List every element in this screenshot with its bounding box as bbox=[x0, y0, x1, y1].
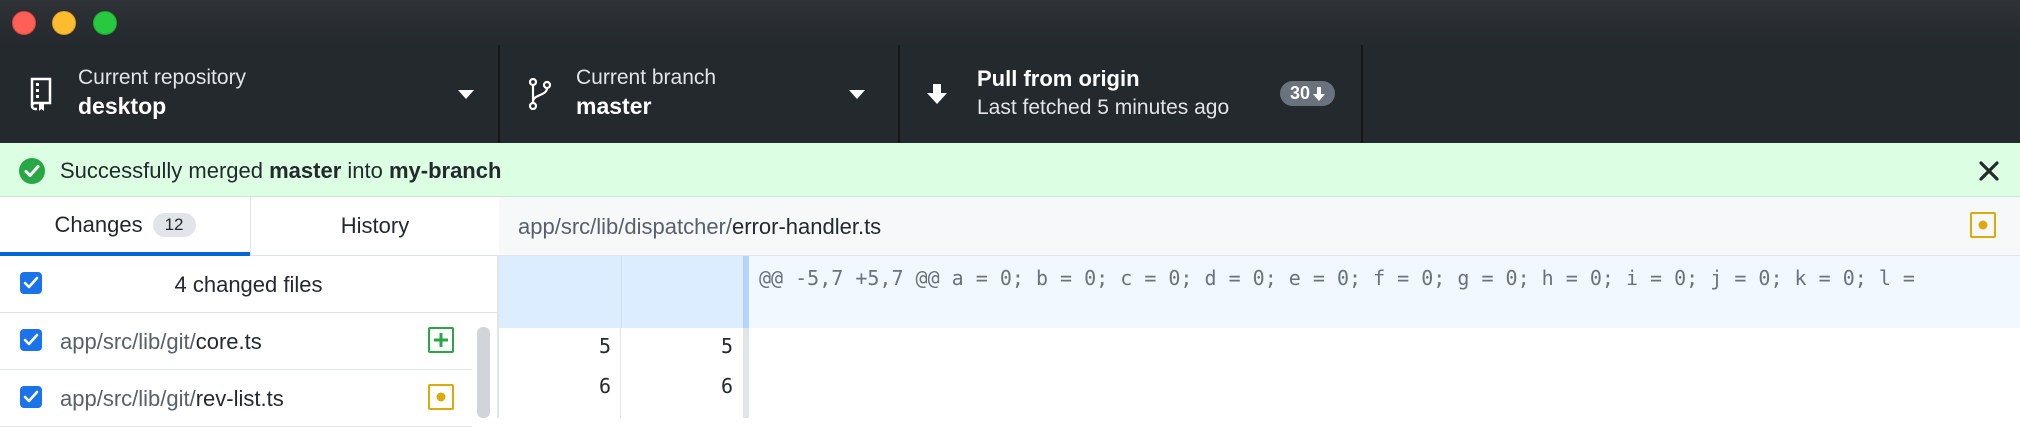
new-line-number[interactable]: 5 bbox=[633, 334, 733, 358]
diff-file-path: app/src/lib/dispatcher/error-handler.ts bbox=[518, 214, 881, 240]
file-modified-icon bbox=[1970, 212, 1996, 238]
file-path: app/src/lib/git/core.ts bbox=[60, 329, 262, 355]
branch-selector[interactable]: Current branch master bbox=[500, 45, 900, 143]
file-include-checkbox[interactable] bbox=[20, 386, 42, 408]
old-line-number[interactable]: 5 bbox=[511, 334, 611, 358]
hunk-gutter-divider bbox=[621, 256, 622, 328]
merge-success-banner: Successfully merged master into my-branc… bbox=[0, 143, 2020, 197]
repo-icon bbox=[30, 77, 52, 111]
tab-history-label: History bbox=[340, 213, 410, 238]
close-window-button[interactable] bbox=[12, 11, 36, 35]
file-name: core.ts bbox=[195, 329, 262, 354]
close-icon[interactable] bbox=[1979, 161, 1999, 181]
checkmark-icon bbox=[23, 390, 39, 403]
file-name: rev-list.ts bbox=[195, 386, 284, 411]
branch-name: master bbox=[576, 93, 652, 119]
banner-middle: into bbox=[341, 158, 389, 183]
checkmark-icon bbox=[23, 333, 39, 346]
repository-selector[interactable]: Current repository desktop bbox=[0, 45, 500, 143]
changed-files-header: 4 changed files bbox=[0, 256, 497, 313]
check-circle-icon bbox=[19, 158, 45, 184]
file-list-item[interactable]: app/src/lib/git/core.ts bbox=[0, 313, 472, 370]
diff-file-name: error-handler.ts bbox=[732, 214, 882, 239]
branch-label: Current branch bbox=[576, 66, 717, 89]
repository-label: Current repository bbox=[78, 66, 247, 89]
diff-view: @@ -5,7 +5,7 @@ a = 0; b = 0; c = 0; d =… bbox=[499, 256, 2020, 418]
changes-sidebar: Changes 12 History 4 changed files app/s… bbox=[0, 197, 499, 427]
new-line-number[interactable]: 6 bbox=[633, 374, 733, 398]
file-include-checkbox[interactable] bbox=[20, 329, 42, 351]
maximize-window-button[interactable] bbox=[93, 11, 117, 35]
file-added-icon bbox=[428, 327, 454, 353]
old-line-number[interactable]: 6 bbox=[511, 374, 611, 398]
diff-file-dir: app/src/lib/dispatcher/ bbox=[518, 214, 732, 239]
tab-changes[interactable]: Changes 12 bbox=[0, 197, 250, 256]
file-list-item[interactable]: app/src/lib/git/rev-list.ts bbox=[0, 370, 472, 427]
banner-source-branch: master bbox=[269, 158, 342, 183]
pull-count: 30 bbox=[1290, 83, 1311, 103]
pull-button[interactable]: Pull from origin Last fetched 5 minutes … bbox=[900, 45, 1363, 143]
file-path: app/src/lib/git/rev-list.ts bbox=[60, 386, 284, 412]
pull-subtitle: Last fetched 5 minutes ago bbox=[977, 96, 1230, 119]
banner-prefix: Successfully merged bbox=[60, 158, 270, 183]
git-branch-icon bbox=[528, 78, 552, 110]
file-modified-icon bbox=[428, 384, 454, 410]
chevron-down-icon bbox=[458, 90, 474, 99]
tab-history[interactable]: History bbox=[250, 197, 499, 256]
changes-count-badge: 12 bbox=[152, 212, 196, 237]
toolbar: Current repository desktop Current branc… bbox=[0, 45, 2020, 143]
chevron-down-icon bbox=[849, 90, 865, 99]
pull-title: Pull from origin bbox=[977, 66, 1140, 91]
changed-files-count: 4 changed files bbox=[174, 272, 323, 297]
file-dir: app/src/lib/git/ bbox=[60, 329, 196, 354]
banner-target-branch: my-branch bbox=[388, 158, 502, 183]
arrow-down-icon bbox=[927, 84, 947, 104]
banner-message: Successfully merged master into my-branc… bbox=[60, 158, 501, 184]
hunk-expand-bar[interactable] bbox=[743, 256, 749, 328]
arrow-down-icon bbox=[1313, 86, 1326, 101]
minimize-window-button[interactable] bbox=[52, 11, 76, 35]
tab-changes-label: Changes bbox=[54, 211, 143, 237]
pull-count-badge: 30 bbox=[1280, 81, 1336, 106]
file-list-scrollbar[interactable] bbox=[477, 327, 490, 418]
repository-name: desktop bbox=[78, 93, 167, 119]
hunk-header-text: @@ -5,7 +5,7 @@ a = 0; b = 0; c = 0; d =… bbox=[759, 266, 1915, 290]
diff-file-path-bar: app/src/lib/dispatcher/error-handler.ts bbox=[499, 197, 2020, 256]
title-bar bbox=[0, 0, 2020, 45]
file-dir: app/src/lib/git/ bbox=[60, 386, 196, 411]
